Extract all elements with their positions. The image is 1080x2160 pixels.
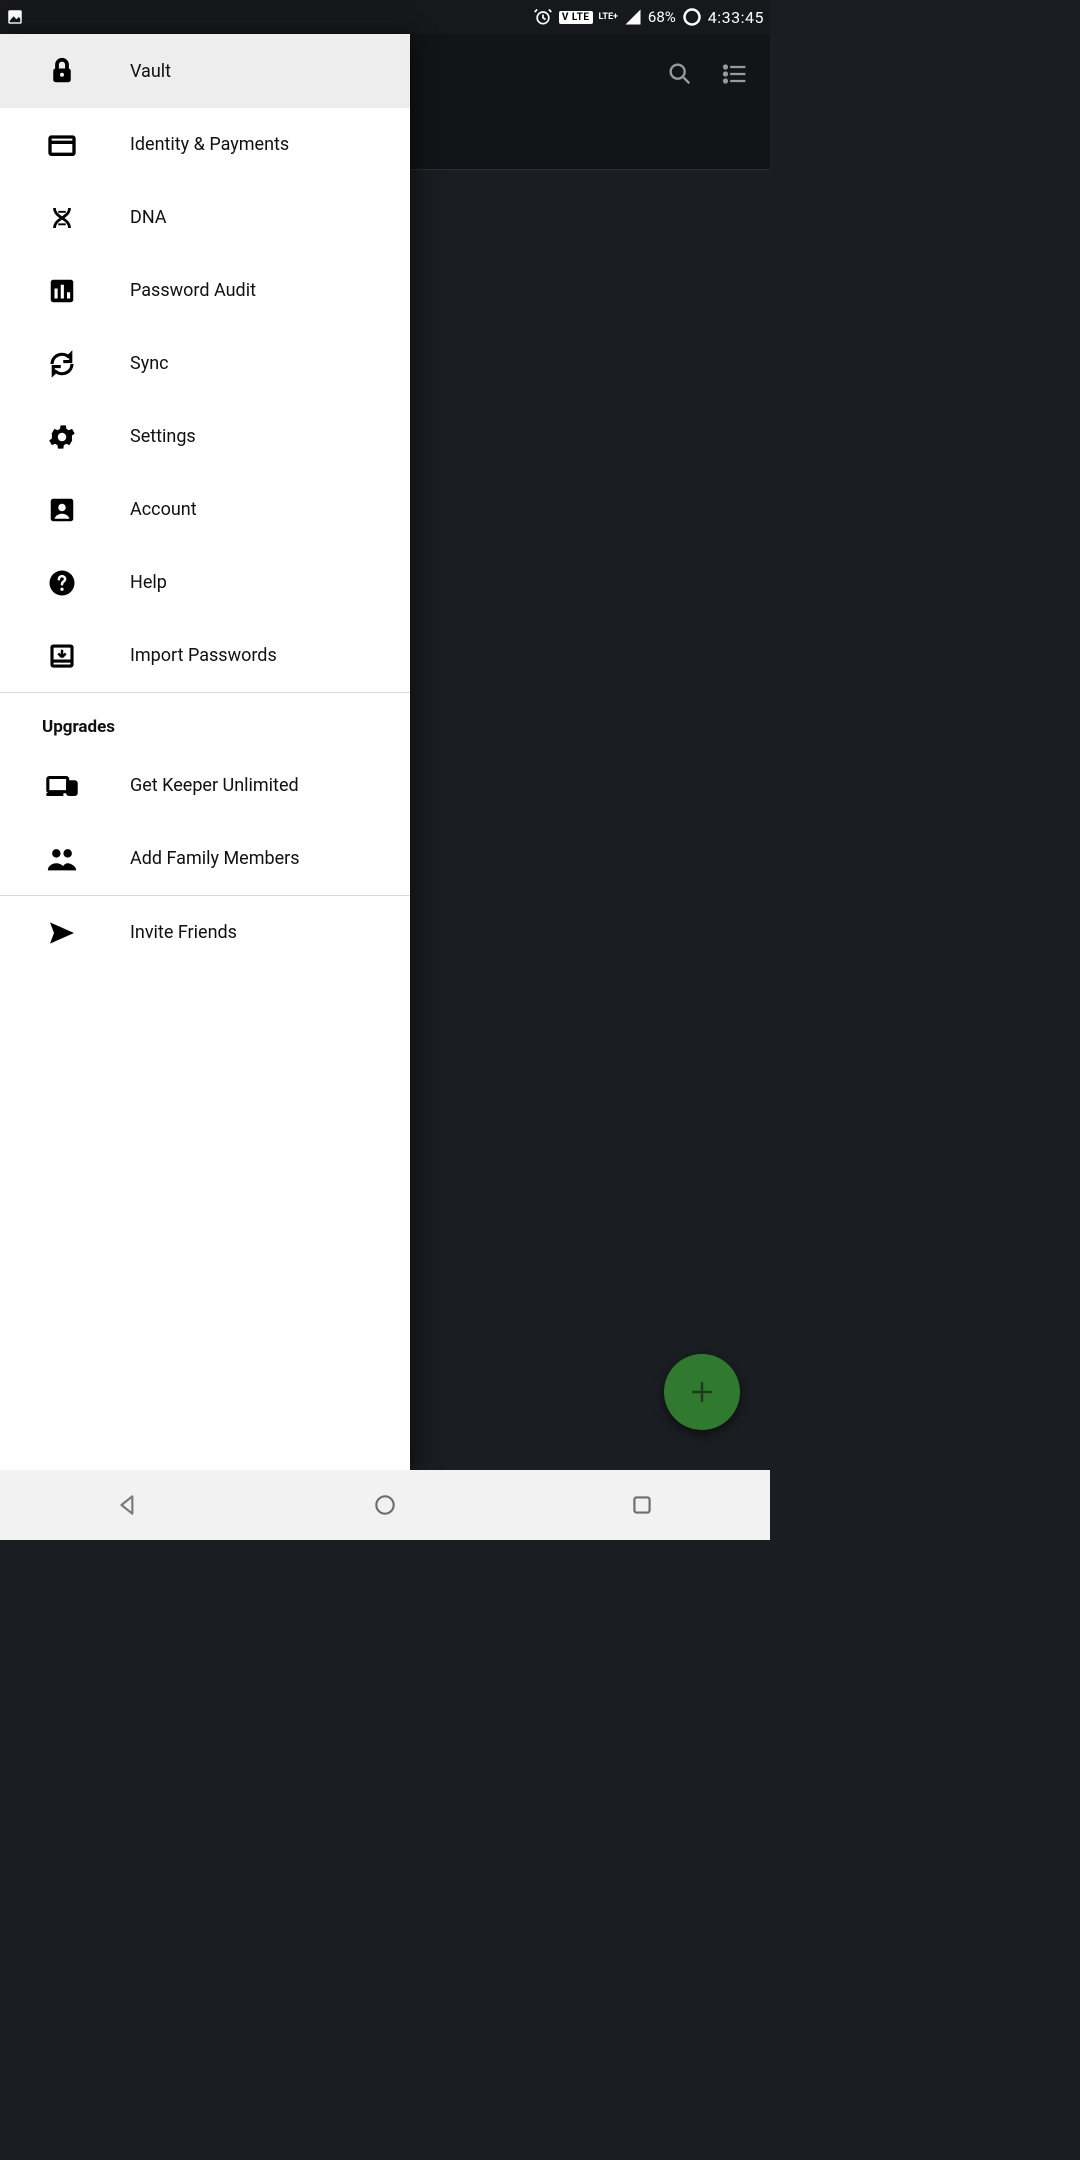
menu-item-import-passwords[interactable]: Import Passwords — [0, 619, 410, 692]
menu-item-settings[interactable]: Settings — [0, 400, 410, 473]
help-icon — [42, 568, 82, 598]
photo-icon — [6, 8, 24, 26]
battery-percent: 68% — [648, 8, 676, 26]
gear-icon — [42, 421, 82, 453]
credit-card-icon — [42, 129, 82, 161]
section-header-upgrades: Upgrades — [0, 693, 410, 749]
drawer-header-vault[interactable]: Vault — [0, 34, 410, 108]
plus-icon — [687, 1377, 717, 1407]
menu-item-account[interactable]: Account — [0, 473, 410, 546]
drawer-header-label: Vault — [130, 61, 171, 82]
status-bar: V LTE LTE+ 68% 4:33:45 — [0, 0, 770, 34]
search-icon[interactable] — [666, 60, 694, 88]
menu-item-password-audit[interactable]: Password Audit — [0, 254, 410, 327]
menu-item-sync[interactable]: Sync — [0, 327, 410, 400]
import-icon — [42, 641, 82, 671]
lock-icon — [42, 56, 82, 86]
menu-item-label: DNA — [130, 207, 167, 228]
menu-item-label: Identity & Payments — [130, 134, 289, 155]
menu-item-dna[interactable]: DNA — [0, 181, 410, 254]
menu-item-invite-friends[interactable]: Invite Friends — [0, 896, 410, 969]
account-icon — [42, 495, 82, 525]
menu-item-label: Sync — [130, 353, 169, 374]
family-icon — [42, 842, 82, 876]
fab-add-button[interactable] — [664, 1354, 740, 1430]
menu-item-add-family-members[interactable]: Add Family Members — [0, 822, 410, 895]
status-clock: 4:33:45 — [708, 8, 764, 27]
nav-back-button[interactable] — [115, 1492, 141, 1518]
battery-ring-icon — [682, 7, 702, 27]
alarm-icon — [533, 7, 553, 27]
menu-item-label: Account — [130, 499, 197, 520]
volte-badge: V LTE — [559, 11, 593, 24]
send-icon — [42, 917, 82, 949]
menu-item-get-keeper-unlimited[interactable]: Get Keeper Unlimited — [0, 749, 410, 822]
lte-plus-icon: LTE+ — [599, 12, 618, 22]
navigation-drawer: Vault Identity & Payments DNA Password A… — [0, 34, 410, 1470]
signal-icon — [624, 8, 642, 26]
android-navbar — [0, 1470, 770, 1540]
menu-item-label: Add Family Members — [130, 848, 300, 869]
bar-chart-icon — [42, 276, 82, 306]
dna-icon — [42, 203, 82, 233]
devices-icon — [42, 769, 82, 803]
nav-recent-button[interactable] — [629, 1492, 655, 1518]
nav-home-button[interactable] — [372, 1492, 398, 1518]
menu-item-label: Password Audit — [130, 280, 256, 301]
list-menu-icon[interactable] — [722, 60, 750, 88]
menu-item-label: Help — [130, 572, 167, 593]
menu-item-label: Get Keeper Unlimited — [130, 775, 299, 796]
menu-item-help[interactable]: Help — [0, 546, 410, 619]
menu-item-label: Import Passwords — [130, 645, 277, 666]
menu-item-label: Settings — [130, 426, 196, 447]
sync-icon — [42, 349, 82, 379]
menu-item-label: Invite Friends — [130, 922, 237, 943]
menu-item-identity-payments[interactable]: Identity & Payments — [0, 108, 410, 181]
